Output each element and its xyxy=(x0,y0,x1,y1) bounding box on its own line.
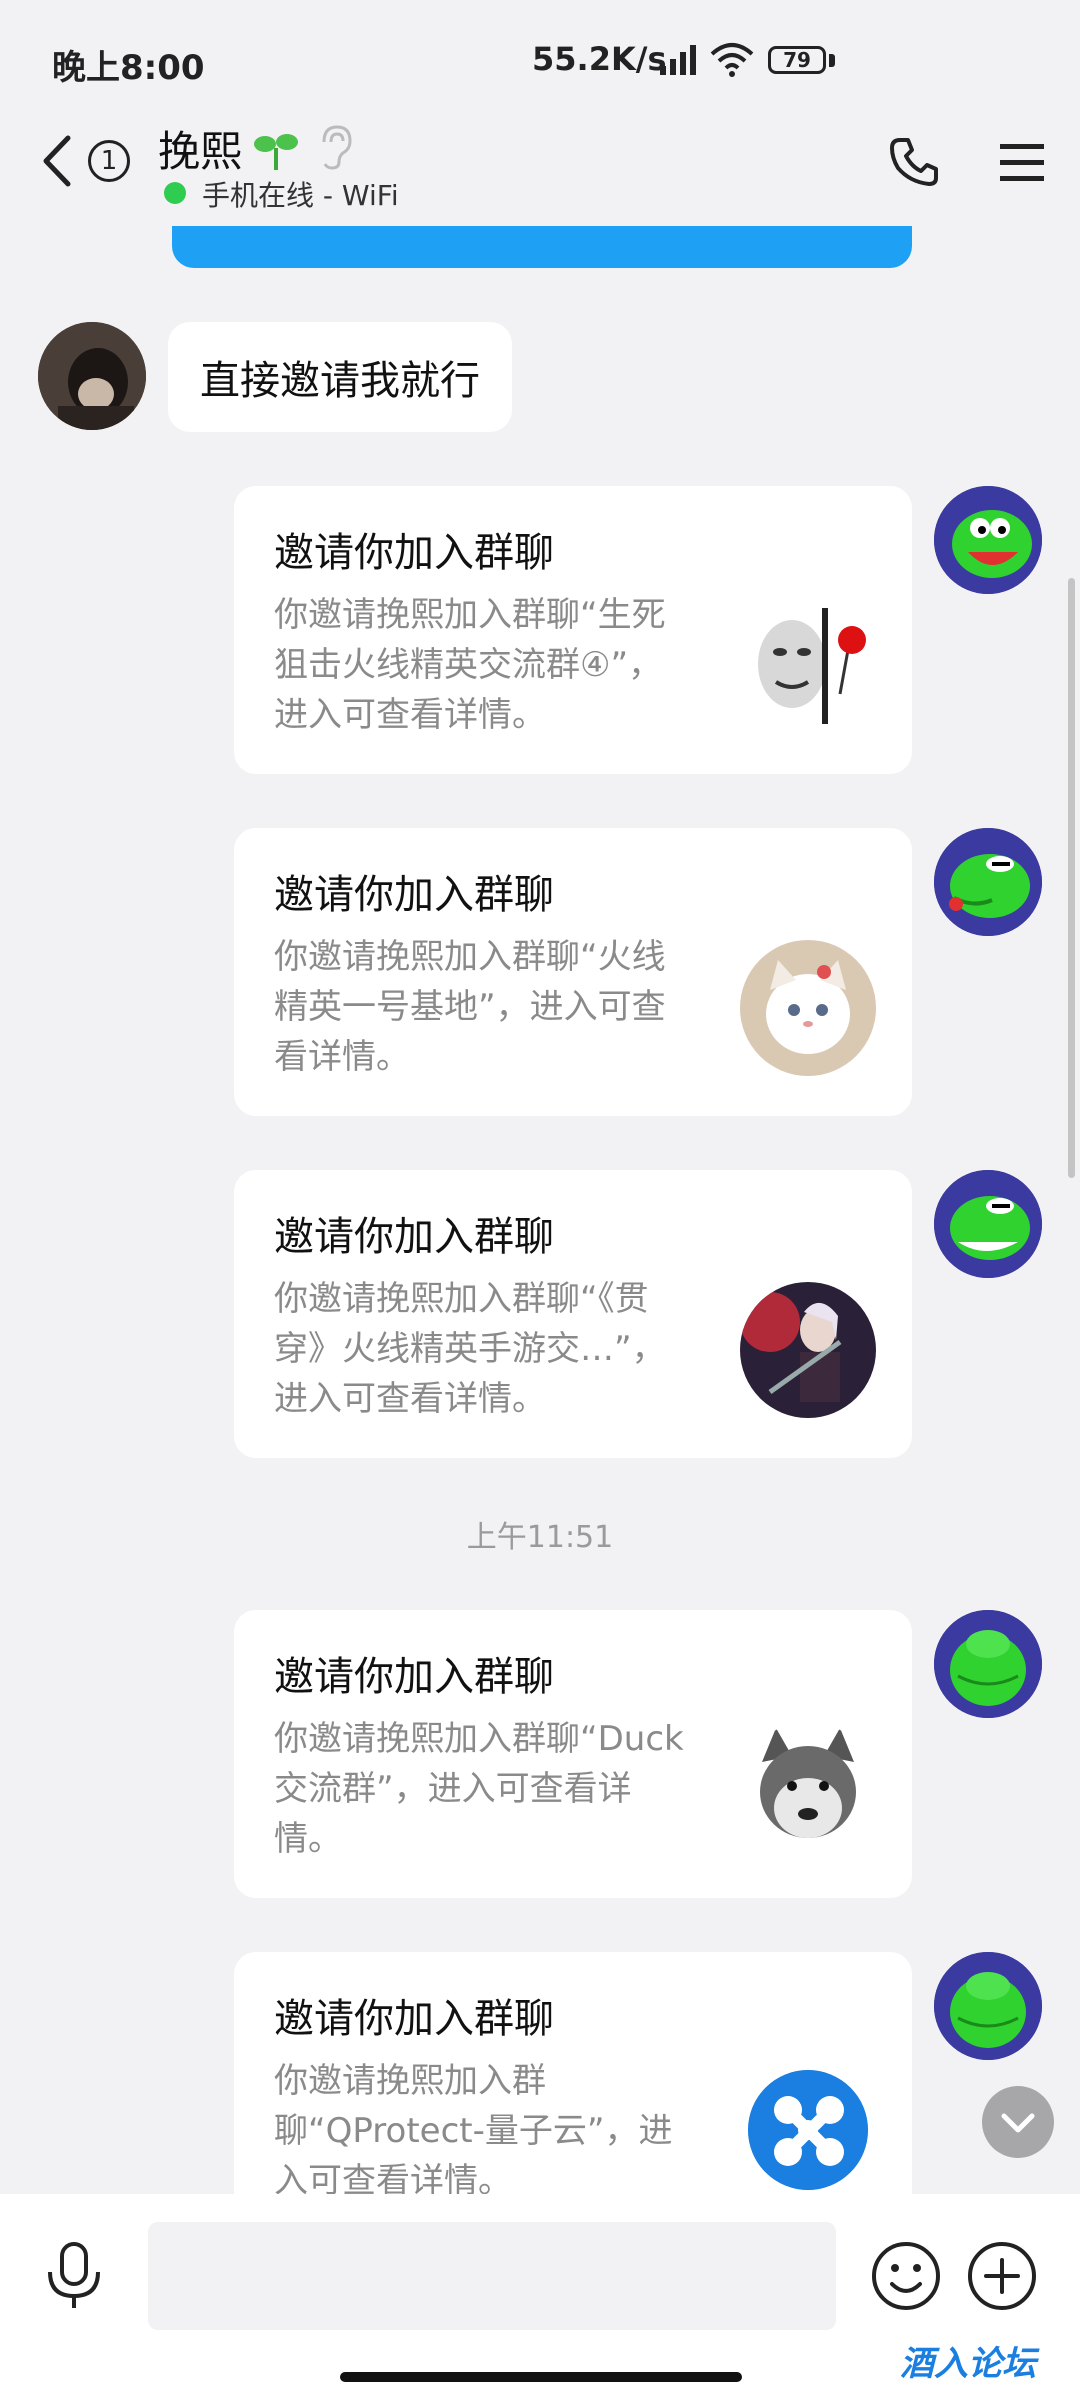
back-arrow-icon[interactable] xyxy=(40,134,74,188)
invite-description: 你邀请挽熙加入群聊“生死狙击火线精英交流群④”，进入可查看详情。 xyxy=(274,595,666,735)
phone-icon[interactable] xyxy=(888,136,940,188)
wifi-icon xyxy=(710,43,754,77)
my-avatar[interactable] xyxy=(934,1952,1042,2060)
message-timestamp: 上午11:51 xyxy=(466,1520,614,1555)
invite-description: 你邀请挽熙加入群聊“QProtect-量子云”，进入可查看详情。 xyxy=(274,2061,673,2201)
home-indicator[interactable] xyxy=(340,2372,742,2382)
group-invite-card[interactable]: 邀请你加入群聊 你邀请挽熙加入群聊“Duck交流群”，进入可查看详情。 xyxy=(234,1610,912,1898)
scroll-to-bottom-button[interactable] xyxy=(982,2086,1054,2158)
invite-description: 你邀请挽熙加入群聊“《贯穿》火线精英手游交…”，进入可查看详情。 xyxy=(274,1279,666,1419)
invite-description: 你邀请挽熙加入群聊“火线精英一号基地”，进入可查看详情。 xyxy=(274,937,666,1077)
message-input[interactable] xyxy=(148,2222,836,2330)
group-thumbnail xyxy=(740,1282,876,1418)
invite-title: 邀请你加入群聊 xyxy=(274,1214,554,1260)
network-speed: 55.2K/s xyxy=(532,40,667,78)
battery-indicator: 79 xyxy=(768,46,826,74)
my-avatar[interactable] xyxy=(934,828,1042,936)
sent-message-bubble-partial[interactable] xyxy=(172,226,912,268)
invite-title: 邀请你加入群聊 xyxy=(274,1996,554,2042)
online-dot xyxy=(164,182,186,204)
group-invite-card[interactable]: 邀请你加入群聊 你邀请挽熙加入群聊“《贯穿》火线精英手游交…”，进入可查看详情。 xyxy=(234,1170,912,1458)
sprout-icon xyxy=(254,134,298,170)
invite-title: 邀请你加入群聊 xyxy=(274,530,554,576)
my-avatar[interactable] xyxy=(934,1610,1042,1718)
battery-level: 79 xyxy=(783,48,811,72)
contact-avatar[interactable] xyxy=(38,322,146,430)
invite-title: 邀请你加入群聊 xyxy=(274,872,554,918)
battery-nub xyxy=(829,54,835,67)
group-invite-card[interactable]: 邀请你加入群聊 你邀请挽熙加入群聊“生死狙击火线精英交流群④”，进入可查看详情。 xyxy=(234,486,912,774)
group-thumbnail xyxy=(740,1722,876,1858)
scrollbar[interactable] xyxy=(1068,578,1075,1178)
group-invite-card[interactable]: 邀请你加入群聊 你邀请挽熙加入群聊“火线精英一号基地”，进入可查看详情。 xyxy=(234,828,912,1116)
emoji-icon[interactable] xyxy=(870,2240,942,2312)
online-status: 手机在线 - WiFi xyxy=(202,179,399,212)
received-message-bubble[interactable]: 直接邀请我就行 xyxy=(168,322,512,432)
my-avatar[interactable] xyxy=(934,1170,1042,1278)
forum-watermark: 酒入论坛 xyxy=(900,2344,1036,2384)
menu-icon[interactable] xyxy=(1000,142,1044,182)
invite-title: 邀请你加入群聊 xyxy=(274,1654,554,1700)
unread-count-badge[interactable]: 1 xyxy=(88,140,130,182)
group-thumbnail xyxy=(740,940,876,1076)
chevron-down-icon xyxy=(1001,2113,1035,2133)
ear-icon[interactable] xyxy=(318,124,354,170)
group-thumbnail xyxy=(740,594,876,730)
my-avatar[interactable] xyxy=(934,486,1042,594)
microphone-icon[interactable] xyxy=(44,2240,104,2312)
signal-icon xyxy=(660,45,696,75)
group-thumbnail xyxy=(748,2070,868,2190)
invite-description: 你邀请挽熙加入群聊“Duck交流群”，进入可查看详情。 xyxy=(274,1719,684,1859)
contact-name[interactable]: 挽熙 xyxy=(158,118,242,179)
status-time: 晚上8:00 xyxy=(52,48,205,88)
plus-icon[interactable] xyxy=(966,2240,1038,2312)
